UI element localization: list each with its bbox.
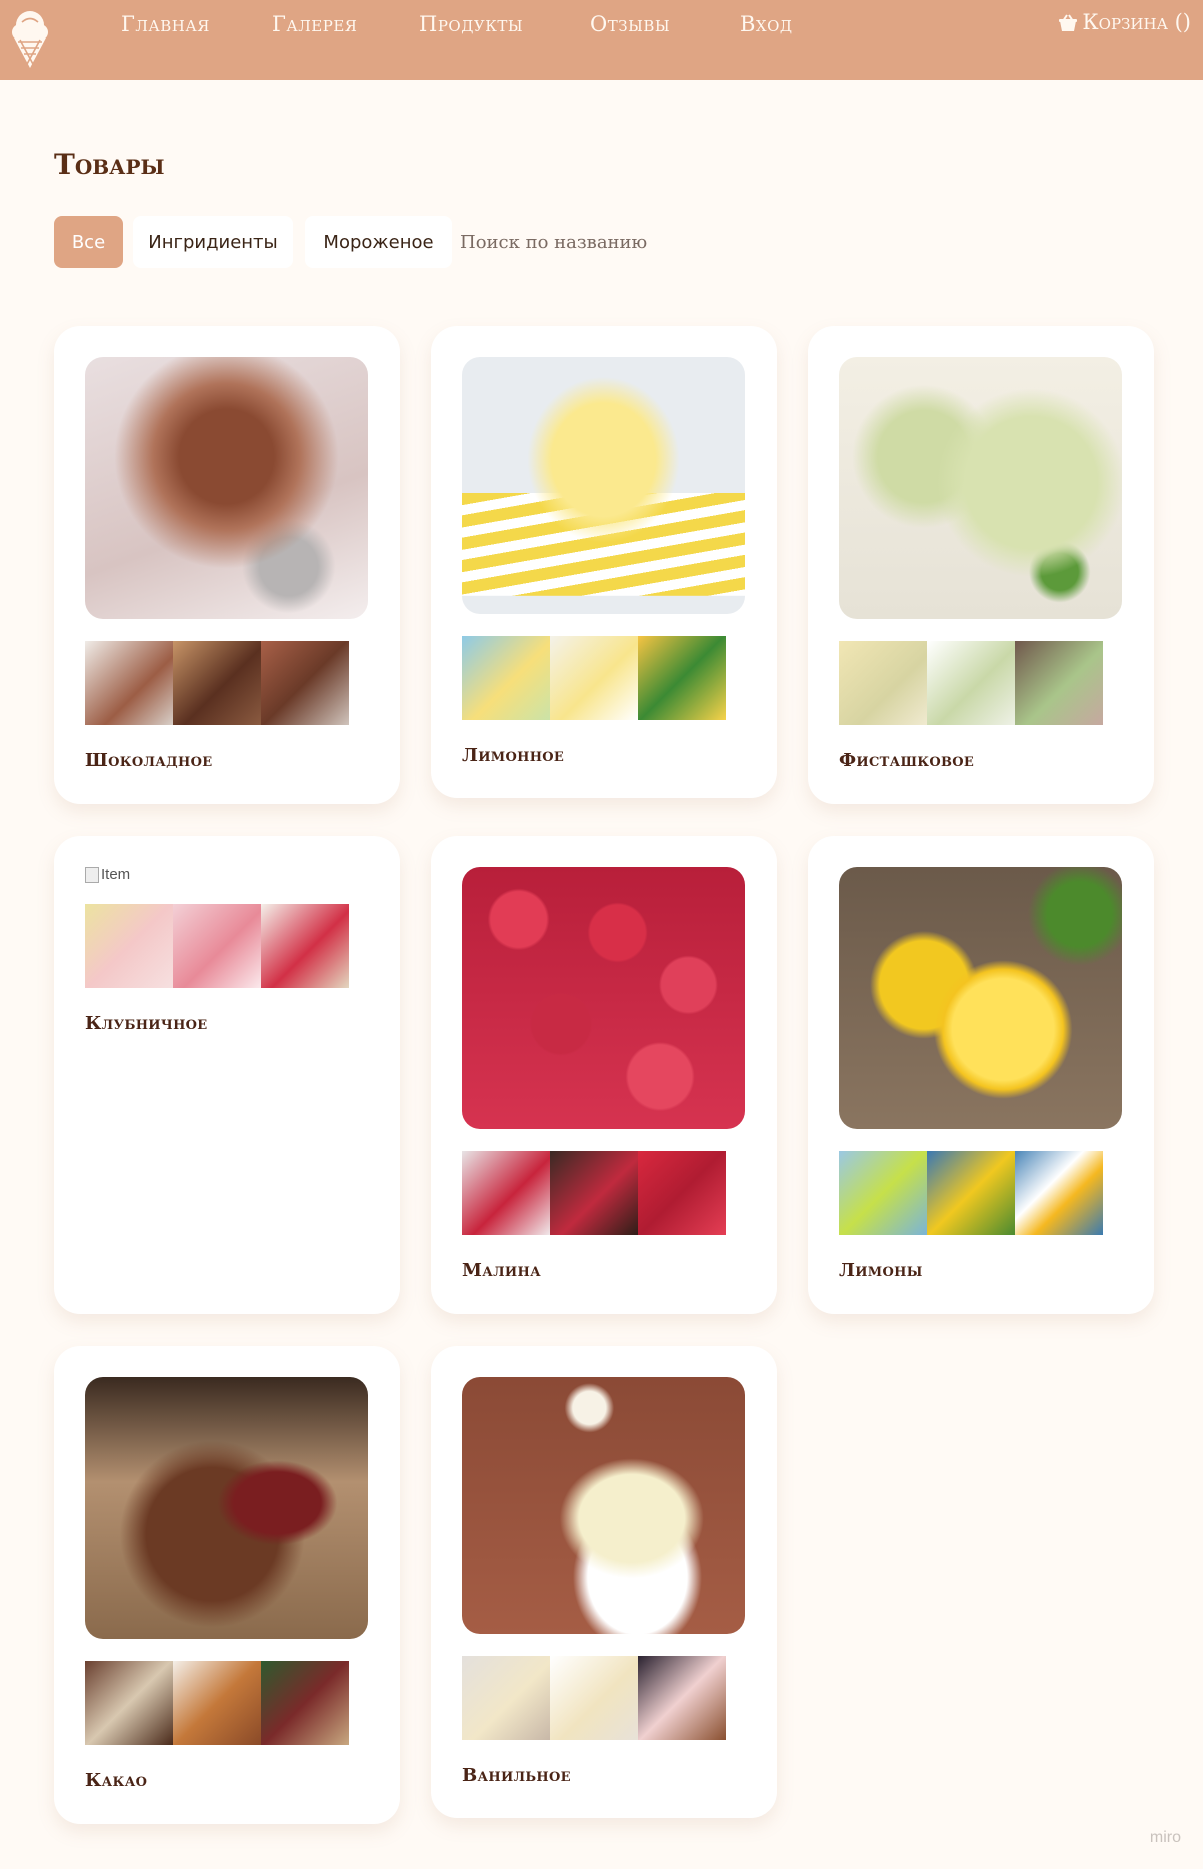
product-thumbnail[interactable] bbox=[638, 636, 726, 720]
image-alt-text: Item bbox=[101, 866, 131, 883]
nav-link-products[interactable]: Продукты bbox=[419, 12, 523, 36]
product-thumbnail[interactable] bbox=[927, 1151, 1015, 1235]
filter-ingredients-button[interactable]: Ингридиенты bbox=[133, 216, 293, 268]
product-thumbnail[interactable] bbox=[85, 904, 173, 988]
product-main-image bbox=[462, 1377, 745, 1634]
nav-link-reviews[interactable]: Отзывы bbox=[590, 12, 670, 36]
product-name: Шоколадное bbox=[85, 750, 213, 771]
basket-icon bbox=[1059, 14, 1078, 31]
nav-link-gallery[interactable]: Галерея bbox=[272, 12, 357, 36]
product-thumbnail[interactable] bbox=[173, 641, 261, 725]
nav-link-home[interactable]: Главная bbox=[121, 12, 210, 36]
product-thumbnail[interactable] bbox=[839, 1151, 927, 1235]
product-name: Фисташковое bbox=[839, 750, 975, 771]
product-card-lemons[interactable]: Лимоны bbox=[808, 836, 1154, 1314]
product-thumbnail[interactable] bbox=[638, 1151, 726, 1235]
product-thumbnail[interactable] bbox=[1015, 1151, 1103, 1235]
product-thumbnail[interactable] bbox=[261, 641, 349, 725]
product-main-image bbox=[839, 357, 1122, 619]
product-card-cocoa[interactable]: Какао bbox=[54, 1346, 400, 1824]
product-thumbnails bbox=[85, 1661, 349, 1745]
product-thumbnail[interactable] bbox=[85, 641, 173, 725]
product-thumbnail[interactable] bbox=[550, 636, 638, 720]
product-main-image bbox=[85, 1377, 368, 1639]
product-thumbnail[interactable] bbox=[261, 904, 349, 988]
product-thumbnail[interactable] bbox=[462, 1151, 550, 1235]
product-card-chocolate[interactable]: Шоколадное bbox=[54, 326, 400, 804]
product-thumbnails bbox=[462, 636, 726, 720]
product-thumbnail[interactable] bbox=[1015, 641, 1103, 725]
product-thumbnail[interactable] bbox=[173, 1661, 261, 1745]
product-name: Лимонное bbox=[462, 745, 565, 766]
product-thumbnail[interactable] bbox=[927, 641, 1015, 725]
product-thumbnails bbox=[85, 904, 349, 988]
product-name: Ванильное bbox=[462, 1765, 571, 1786]
product-thumbnail[interactable] bbox=[550, 1151, 638, 1235]
product-thumbnails bbox=[85, 641, 349, 725]
product-card-vanilla[interactable]: Ванильное bbox=[431, 1346, 777, 1818]
search-input[interactable] bbox=[460, 222, 720, 262]
product-thumbnail[interactable] bbox=[261, 1661, 349, 1745]
broken-image-placeholder: Item bbox=[85, 866, 130, 883]
product-thumbnail[interactable] bbox=[550, 1656, 638, 1740]
cart-button[interactable]: Корзина () bbox=[1056, 10, 1191, 34]
product-name: Какао bbox=[85, 1770, 148, 1791]
nav-link-login[interactable]: Вход bbox=[740, 12, 793, 36]
broken-image-icon bbox=[85, 866, 99, 883]
product-main-image bbox=[462, 867, 745, 1129]
product-main-image bbox=[839, 867, 1122, 1129]
ice-cream-logo-icon[interactable] bbox=[8, 6, 52, 70]
product-thumbnail[interactable] bbox=[85, 1661, 173, 1745]
product-thumbnails bbox=[462, 1151, 726, 1235]
product-thumbnails bbox=[462, 1656, 726, 1740]
miro-watermark: miro bbox=[1149, 1829, 1181, 1846]
product-name: Лимоны bbox=[839, 1260, 923, 1281]
product-thumbnails bbox=[839, 641, 1103, 725]
top-nav-bar: Главная Галерея Продукты Отзывы Вход Кор… bbox=[0, 0, 1203, 80]
product-card-raspberry[interactable]: Малина bbox=[431, 836, 777, 1314]
product-main-image bbox=[85, 357, 368, 619]
product-name: Клубничное bbox=[85, 1013, 208, 1034]
cart-label: Корзина () bbox=[1082, 10, 1191, 34]
page-title: Товары bbox=[54, 148, 165, 181]
product-thumbnail[interactable] bbox=[839, 641, 927, 725]
product-card-lemon[interactable]: Лимонное bbox=[431, 326, 777, 798]
product-main-image bbox=[462, 357, 745, 614]
product-name: Малина bbox=[462, 1260, 541, 1281]
product-thumbnail[interactable] bbox=[462, 636, 550, 720]
product-thumbnail[interactable] bbox=[462, 1656, 550, 1740]
filter-ice-cream-button[interactable]: Мороженое bbox=[305, 216, 452, 268]
filter-all-button[interactable]: Все bbox=[54, 216, 123, 268]
product-thumbnail[interactable] bbox=[173, 904, 261, 988]
product-thumbnails bbox=[839, 1151, 1103, 1235]
product-card-pistachio[interactable]: Фисташковое bbox=[808, 326, 1154, 804]
product-card-strawberry[interactable]: Item Клубничное bbox=[54, 836, 400, 1314]
product-thumbnail[interactable] bbox=[638, 1656, 726, 1740]
